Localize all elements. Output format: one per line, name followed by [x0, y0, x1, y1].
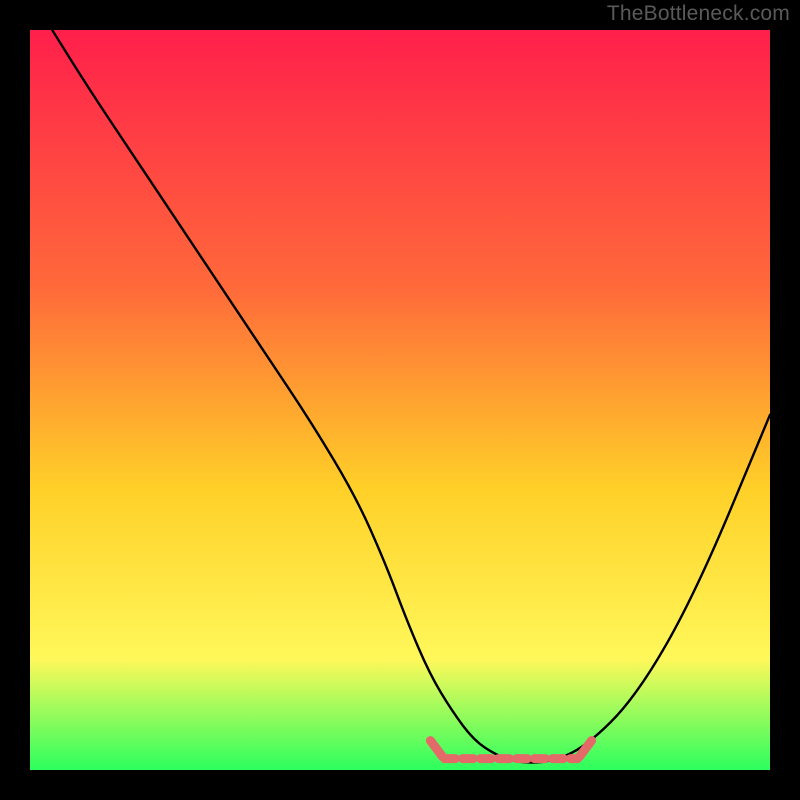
chart-frame: TheBottleneck.com	[0, 0, 800, 800]
chart-svg	[30, 30, 770, 770]
watermark-text: TheBottleneck.com	[607, 2, 790, 26]
plot-area	[30, 30, 770, 770]
